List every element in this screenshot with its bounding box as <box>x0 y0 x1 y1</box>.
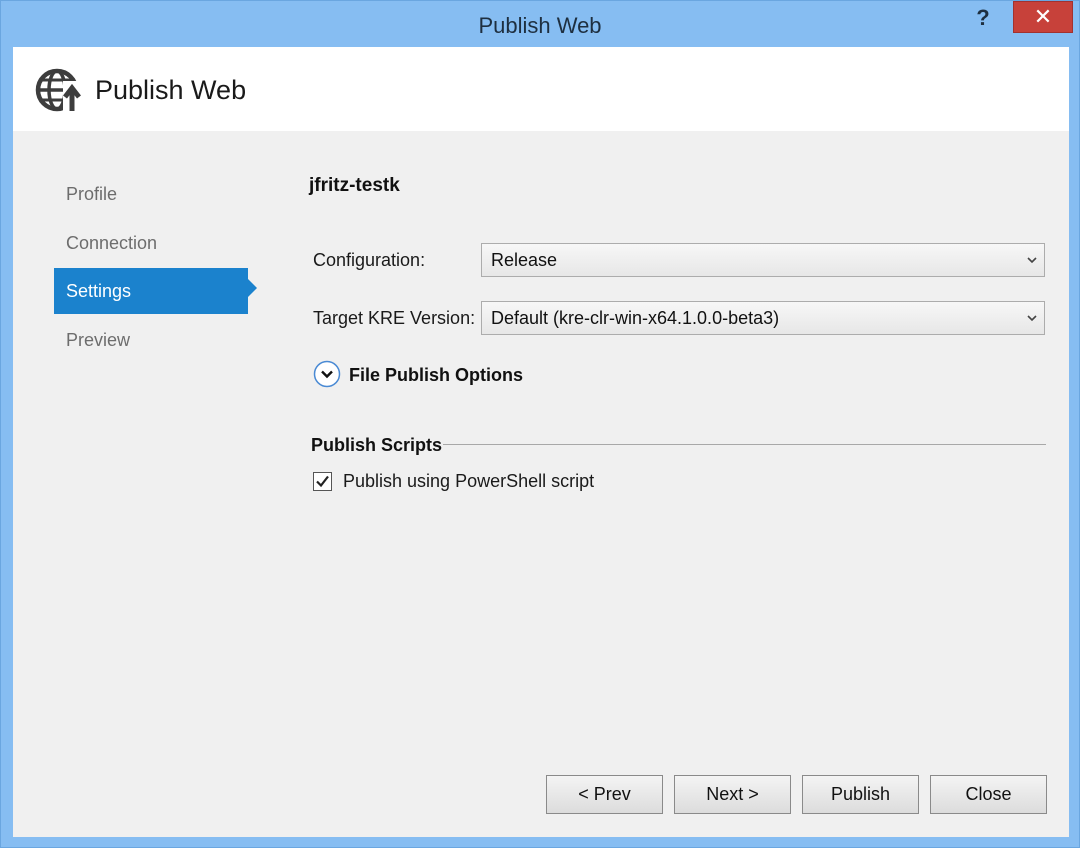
publish-scripts-heading: Publish Scripts <box>311 435 443 455</box>
checkmark-icon <box>316 475 329 488</box>
file-publish-options-toggle[interactable]: File Publish Options <box>349 365 523 386</box>
configuration-label: Configuration: <box>313 250 426 270</box>
window-title: Publish Web <box>478 13 602 38</box>
publish-button[interactable]: Publish <box>802 775 919 814</box>
globe-upload-icon <box>35 68 83 112</box>
section-divider <box>443 444 1046 445</box>
header-banner: Publish Web <box>13 47 1069 131</box>
nav-selection-pointer <box>248 279 257 297</box>
powershell-checkbox[interactable] <box>313 472 332 491</box>
chevron-down-icon <box>1027 257 1037 264</box>
expand-chevron-icon[interactable] <box>313 360 341 388</box>
nav-item-preview[interactable]: Preview <box>54 317 248 363</box>
nav-item-connection[interactable]: Connection <box>54 220 248 266</box>
nav-item-profile[interactable]: Profile <box>54 171 248 217</box>
profile-name: jfritz-testk <box>309 175 400 196</box>
target-kre-select[interactable]: Default (kre-clr-win-x64.1.0.0-beta3) <box>481 301 1045 335</box>
configuration-select[interactable]: Release <box>481 243 1045 277</box>
close-button[interactable]: Close <box>930 775 1047 814</box>
dialog-body: Publish Web Profile Connection Settings … <box>13 47 1069 837</box>
publish-web-dialog: Publish Web ? ✕ Publish Web Profile Conn… <box>0 0 1080 848</box>
window-close-button[interactable]: ✕ <box>1013 1 1073 33</box>
chevron-down-icon <box>1027 315 1037 322</box>
prev-button[interactable]: < Prev <box>546 775 663 814</box>
powershell-checkbox-label[interactable]: Publish using PowerShell script <box>343 471 594 492</box>
banner-title: Publish Web <box>95 75 247 105</box>
title-bar[interactable]: Publish Web ? ✕ <box>1 1 1079 47</box>
next-button[interactable]: Next > <box>674 775 791 814</box>
help-button[interactable]: ? <box>963 1 1003 35</box>
nav-item-settings[interactable]: Settings <box>54 268 248 314</box>
configuration-value: Release <box>491 250 558 270</box>
target-kre-value: Default (kre-clr-win-x64.1.0.0-beta3) <box>491 308 780 328</box>
target-kre-label: Target KRE Version: <box>313 308 476 328</box>
